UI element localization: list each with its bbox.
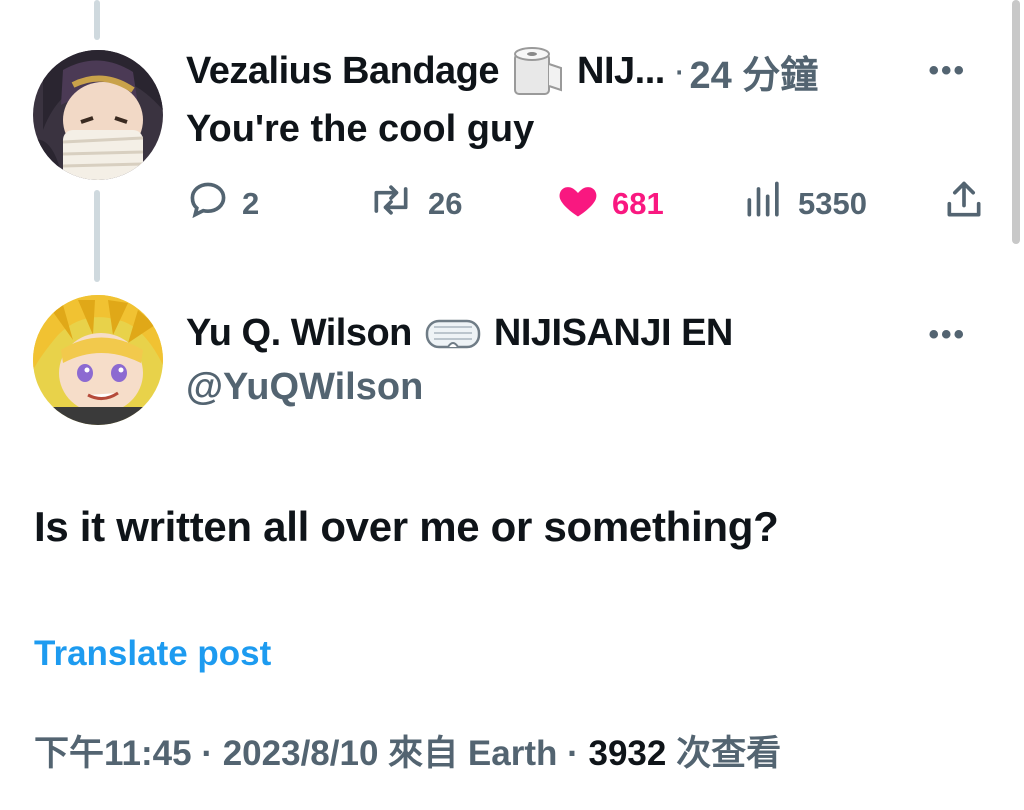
reply-separator: · [672,49,686,92]
post-views-count: 3932 [588,734,667,773]
post-more-button[interactable]: ••• [928,318,966,352]
meta-separator: · [201,734,213,773]
repost-count: 26 [428,186,463,221]
post-location: 來自 Earth [388,734,558,773]
heart-filled-icon [556,178,612,230]
post-header: Yu Q. Wilson NIJISANJI EN [186,308,733,358]
post-author-avatar[interactable] [33,295,163,425]
repost-icon [366,178,428,230]
post-time[interactable]: 下午11:45 [34,734,192,773]
post-views-label: 次查看 [676,734,782,773]
thread-line-top [94,0,100,40]
toilet-paper-icon [511,46,565,96]
reply-count: 2 [242,186,260,221]
comment-icon [186,178,242,230]
meta-separator: · [567,734,579,773]
like-button[interactable]: 681 [556,176,664,232]
reply-timestamp[interactable]: 24 分鐘 [689,44,818,99]
goggles-icon [424,315,482,351]
translate-post-link[interactable]: Translate post [34,634,271,674]
repost-button[interactable]: 26 [366,176,462,232]
views-chart-icon [742,178,798,230]
reply-header: Vezalius Bandage NIJ... · 24 分鐘 [186,44,818,99]
like-count: 681 [612,186,664,221]
reply-text: You're the cool guy [186,108,535,150]
share-button[interactable] [942,176,998,232]
reply-more-button[interactable]: ••• [928,54,966,88]
share-icon [942,178,998,230]
post-text: Is it written all over me or something? [34,503,779,550]
reply-action-bar: 2 26 681 5350 [186,176,986,232]
reply-author-name[interactable]: Vezalius Bandage [186,50,500,93]
post-meta: 下午11:45 · 2023/8/10 來自 Earth · 3932 次查看 [34,725,781,776]
views-button[interactable]: 5350 [742,176,867,232]
post-date[interactable]: 2023/8/10 [223,734,379,773]
post-author-handle[interactable]: @YuQWilson [186,366,423,409]
post-author-name[interactable]: Yu Q. Wilson [186,312,412,355]
post-author-name-suffix[interactable]: NIJISANJI EN [494,312,733,355]
reply-button[interactable]: 2 [186,176,259,232]
views-count: 5350 [798,186,867,221]
reply-author-avatar[interactable] [33,50,163,180]
scrollbar[interactable] [1012,0,1020,244]
reply-author-name-suffix[interactable]: NIJ... [577,50,665,93]
thread-line-middle [94,190,100,282]
